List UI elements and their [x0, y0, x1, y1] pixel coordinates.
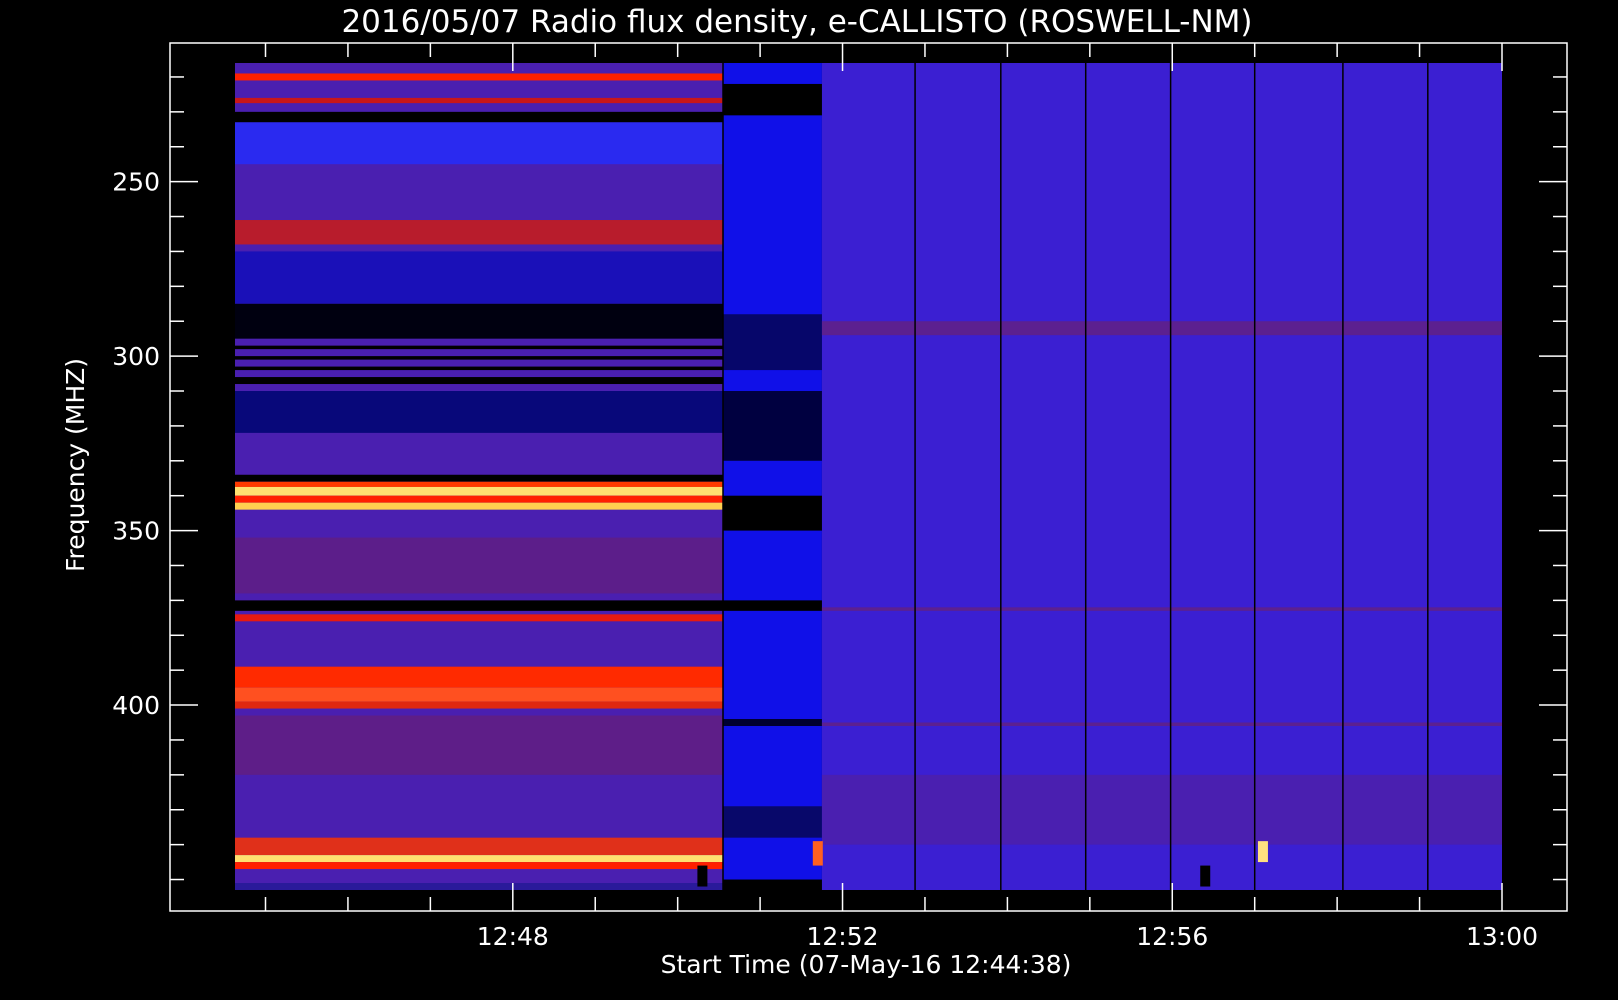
frequency-band-21: [235, 687, 724, 702]
frequency-band-23: [235, 715, 724, 775]
frequency-band-17: [235, 537, 724, 594]
frequency-band-1: [235, 97, 724, 104]
frequency-band-25: [235, 855, 724, 863]
segment-background-2: [821, 63, 1502, 890]
x-tick-label: 12:52: [807, 922, 879, 951]
frequency-band-11: [235, 391, 724, 433]
frequency-band-13: [235, 481, 724, 487]
frequency-band-33: [723, 719, 822, 726]
frequency-band-15: [235, 495, 724, 503]
frequency-band-14: [235, 486, 724, 496]
burst-spot-2: [1200, 865, 1211, 887]
frequency-band-2: [235, 111, 724, 123]
frequency-band-29: [723, 314, 822, 371]
frequency-band-19: [235, 614, 724, 622]
spectrogram-chart: 2016/05/07 Radio flux density, e-CALLIST…: [61, 4, 1568, 979]
frequency-band-20: [235, 666, 724, 688]
frequency-band-7: [235, 345, 724, 350]
frequency-band-8: [235, 356, 724, 360]
burst-spot-3: [697, 865, 708, 887]
frequency-band-9: [235, 366, 724, 371]
frequency-band-5: [235, 251, 724, 304]
y-axis-label: Frequency (MHZ): [61, 358, 90, 572]
frequency-band-32: [723, 600, 822, 611]
y-tick-label: 250: [112, 168, 160, 197]
x-tick-label: 12:48: [477, 922, 549, 951]
frequency-band-16: [235, 502, 724, 510]
x-tick-label: 13:00: [1466, 922, 1538, 951]
frequency-band-10: [235, 377, 724, 385]
burst-spot-1: [1257, 841, 1268, 863]
frequency-band-36: [821, 321, 1502, 336]
frequency-band-6: [235, 303, 724, 339]
frequency-band-31: [723, 495, 822, 531]
heatmap-area: [235, 63, 1502, 890]
frequency-band-39: [821, 774, 1502, 845]
x-axis-label: Start Time (07-May-16 12:44:38): [661, 950, 1072, 979]
frequency-band-35: [723, 879, 822, 890]
x-tick-label: 12:56: [1136, 922, 1208, 951]
frequency-band-37: [821, 607, 1502, 611]
frequency-band-34: [723, 806, 822, 838]
chart-title: 2016/05/07 Radio flux density, e-CALLIST…: [341, 4, 1252, 40]
frequency-band-30: [723, 391, 822, 461]
frequency-band-28: [723, 83, 822, 116]
segment-background-1: [723, 63, 822, 890]
frequency-band-4: [235, 220, 724, 245]
frequency-band-26: [235, 862, 724, 870]
frequency-band-18: [235, 600, 724, 611]
frequency-band-27: [235, 883, 724, 890]
frequency-band-12: [235, 474, 724, 482]
y-tick-label: 400: [112, 691, 160, 720]
frequency-band-0: [235, 73, 724, 81]
frequency-band-3: [235, 122, 724, 165]
y-tick-label: 350: [112, 517, 160, 546]
burst-spot-0: [812, 841, 823, 866]
frequency-band-22: [235, 701, 724, 709]
frequency-band-24: [235, 837, 724, 856]
y-tick-label: 300: [112, 342, 160, 371]
frequency-band-38: [821, 722, 1502, 726]
